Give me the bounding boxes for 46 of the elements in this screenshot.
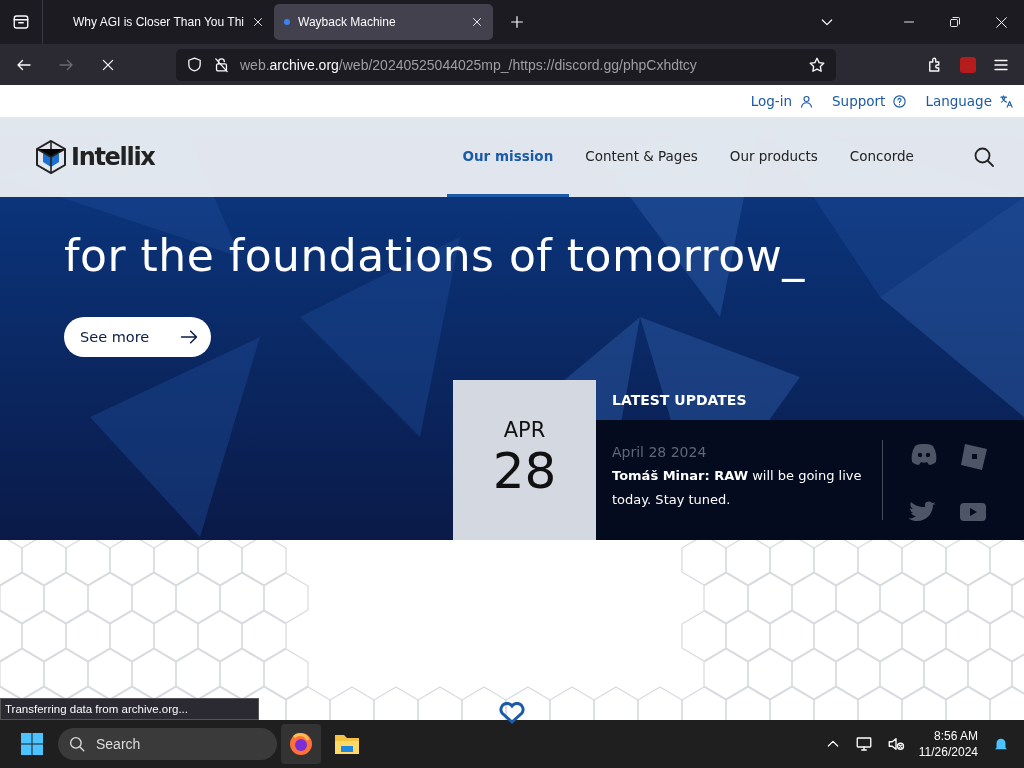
status-text: Transferring data from archive.org... bbox=[0, 698, 259, 720]
video-play-icon[interactable] bbox=[959, 501, 987, 523]
nav-item[interactable]: Content & Pages bbox=[569, 117, 714, 197]
utility-link[interactable]: Support bbox=[832, 93, 908, 109]
updates-heading: LATEST UPDATES bbox=[612, 392, 747, 408]
network-icon[interactable] bbox=[854, 735, 873, 753]
utility-link[interactable]: Log-in bbox=[750, 93, 814, 109]
taskbar-clock[interactable]: 8:56 AM 11/26/2024 bbox=[918, 728, 978, 760]
browser-tab[interactable]: Wayback Machine bbox=[274, 4, 493, 40]
close-icon[interactable] bbox=[994, 15, 1008, 29]
volume-muted-icon[interactable] bbox=[886, 735, 905, 753]
windows-start-icon[interactable] bbox=[20, 732, 44, 756]
utility-link[interactable]: Language bbox=[925, 93, 1014, 109]
address-bar[interactable]: web.archive.org/web/20240525044025mp_/https://discord.gg/phpCxhdtcy bbox=[176, 48, 836, 81]
date-month: APR bbox=[503, 418, 546, 442]
tab-list-icon[interactable] bbox=[12, 13, 30, 31]
square-logo-icon[interactable] bbox=[959, 442, 989, 472]
taskbar-search-field[interactable]: Search bbox=[58, 728, 277, 760]
search-icon bbox=[68, 735, 86, 753]
shield-icon[interactable] bbox=[186, 56, 203, 73]
new-tab-icon[interactable] bbox=[509, 14, 525, 30]
nav-item[interactable]: Our products bbox=[713, 117, 834, 197]
restore-icon[interactable] bbox=[949, 16, 961, 28]
site-logo-text: Intellix bbox=[71, 143, 155, 171]
folder-icon[interactable] bbox=[334, 732, 360, 756]
hero-headline: for the foundations of tomorrow_ bbox=[64, 229, 806, 284]
browser-app-icon[interactable] bbox=[288, 731, 314, 757]
heart-logo-icon bbox=[498, 702, 526, 724]
nav-item[interactable]: Concorde bbox=[833, 117, 930, 197]
cube-logo-icon bbox=[34, 139, 68, 175]
translate-icon bbox=[999, 93, 1014, 109]
update-text: Tomáš Minar: RAW will be going live today. Stay tuned. bbox=[612, 467, 863, 509]
close-icon[interactable] bbox=[252, 16, 264, 28]
lock-warning-icon[interactable] bbox=[213, 56, 230, 73]
close-icon[interactable] bbox=[471, 16, 483, 28]
help-icon bbox=[892, 93, 908, 109]
star-icon[interactable] bbox=[808, 55, 826, 74]
nav-item[interactable]: Our mission bbox=[446, 117, 570, 197]
update-date: April 28 2024 bbox=[612, 443, 708, 462]
see-more-button[interactable]: See more bbox=[64, 317, 212, 357]
user-icon bbox=[799, 93, 814, 109]
discord-icon[interactable] bbox=[909, 442, 939, 466]
browser-tab[interactable]: Why AGI is Closer Than You Thi bbox=[63, 4, 266, 40]
arrow-right-icon bbox=[179, 327, 200, 347]
date-day: 28 bbox=[492, 442, 557, 500]
search-icon[interactable] bbox=[972, 145, 996, 169]
